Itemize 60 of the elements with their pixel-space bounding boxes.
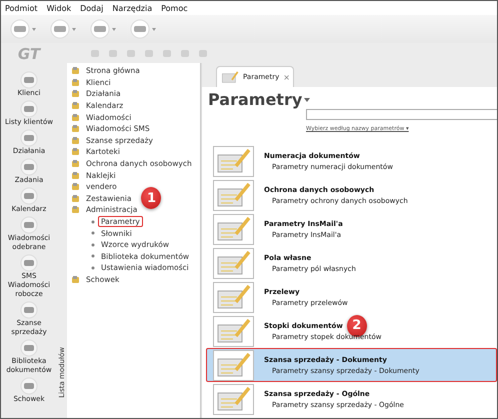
module-icon (71, 112, 80, 122)
edit-icon (221, 70, 239, 84)
module-icon (18, 187, 40, 205)
edit-icon (213, 180, 254, 210)
edit-icon (213, 350, 254, 380)
menu-item[interactable]: Widok (46, 4, 72, 12)
close-icon[interactable]: × (283, 72, 290, 82)
toolbar-icon[interactable] (143, 47, 155, 59)
menu-item[interactable]: Pomoc (161, 4, 188, 12)
menu-item[interactable]: Podmiot (5, 4, 38, 12)
module-icon (71, 182, 80, 192)
module-icon (71, 66, 80, 76)
module-icon (18, 339, 40, 357)
module-icon (18, 71, 40, 89)
edit-icon (213, 146, 254, 176)
edit-icon (213, 384, 254, 414)
bullet-icon (91, 254, 95, 258)
module-icon (71, 101, 80, 110)
menu-item[interactable]: Narzędzia (112, 4, 152, 12)
toolbar-icon[interactable] (179, 47, 191, 59)
module-icon (71, 147, 80, 156)
bullet-icon (91, 266, 95, 270)
toolbar-icon[interactable] (89, 47, 101, 59)
toolbar-icon[interactable] (161, 47, 173, 59)
module-icon (71, 78, 80, 87)
edit-icon (213, 248, 254, 278)
module-icon (71, 136, 80, 145)
bullet-icon (91, 231, 95, 236)
search-field[interactable] (306, 109, 497, 120)
module-icon (71, 205, 80, 214)
module-icon (71, 194, 80, 203)
module-icon (18, 377, 40, 395)
module-icon (18, 216, 40, 234)
page-heading[interactable]: Parametry (208, 90, 497, 109)
toolbar-icon[interactable] (49, 19, 79, 39)
toolbar-icon[interactable] (125, 47, 137, 59)
module-icon (18, 158, 40, 176)
module-icon (18, 254, 40, 272)
toolbar-icon[interactable] (107, 47, 119, 59)
module-icon (71, 159, 80, 168)
edit-icon (213, 316, 254, 346)
bullet-icon (91, 242, 95, 247)
logo: GT (18, 45, 40, 65)
toolbar-icon[interactable] (129, 19, 159, 39)
menu-item[interactable]: Dodaj (80, 4, 104, 12)
caret-icon (304, 98, 310, 102)
edit-icon (213, 214, 254, 244)
toolbar-icon[interactable] (197, 47, 209, 59)
module-icon (71, 170, 80, 180)
module-icon (71, 89, 80, 98)
step-badge: 1 (141, 187, 162, 210)
toolbar-icon[interactable] (89, 19, 119, 39)
toolbar-icon[interactable] (9, 19, 39, 39)
module-icon (18, 301, 40, 319)
module-icon (71, 274, 80, 284)
bullet-icon (91, 220, 95, 224)
edit-icon (213, 282, 254, 312)
module-icon (71, 124, 80, 134)
module-icon (18, 100, 40, 118)
module-icon (18, 129, 40, 147)
